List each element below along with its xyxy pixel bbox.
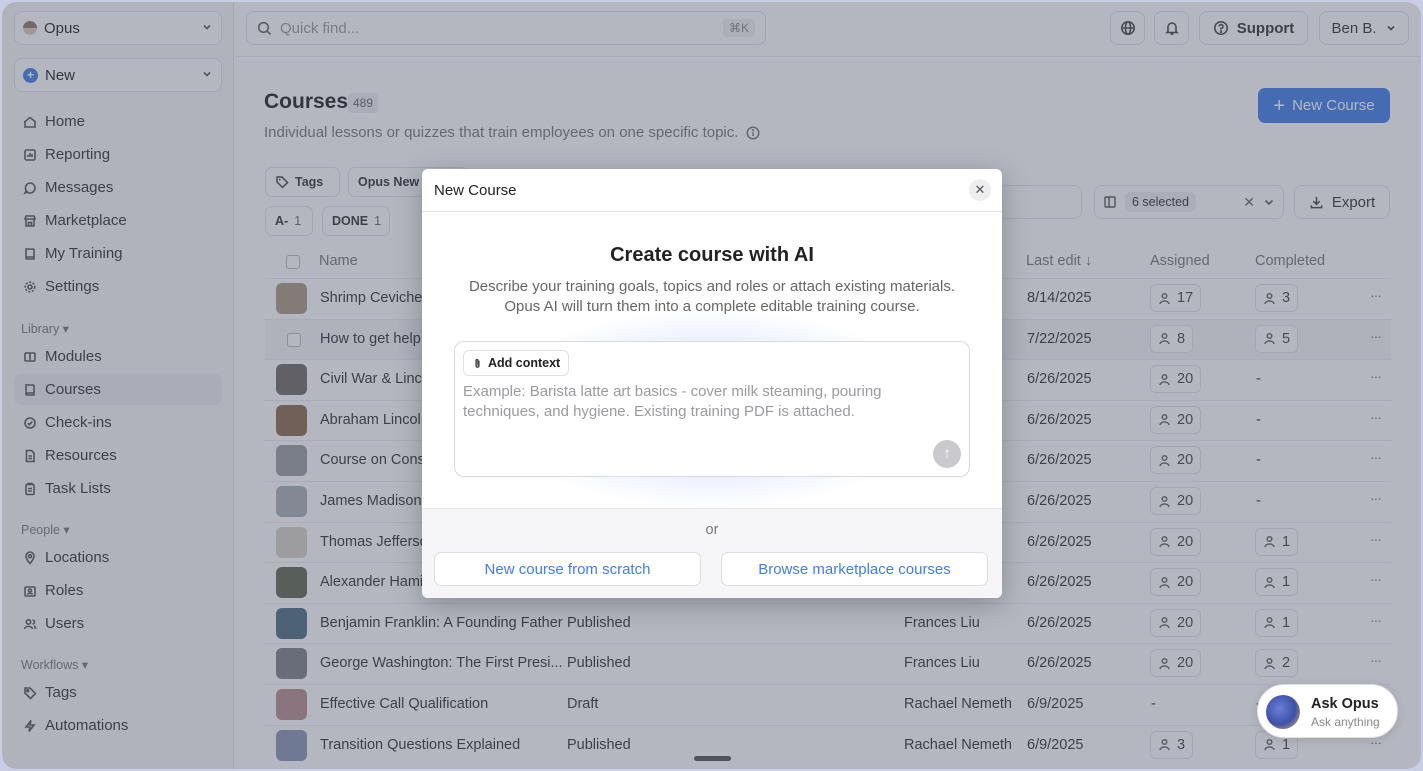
send-arrow-icon[interactable]: ↑ bbox=[933, 440, 961, 468]
paperclip-icon bbox=[475, 358, 480, 368]
new-course-from-scratch-button[interactable]: New course from scratch bbox=[434, 552, 701, 586]
ai-prompt-input[interactable] bbox=[463, 382, 958, 432]
close-icon[interactable]: ✕ bbox=[969, 179, 991, 201]
ai-description: Describe your training goals, topics and… bbox=[462, 277, 962, 317]
app-window: Opus + New Home Reporting Messages Marke… bbox=[2, 2, 1421, 769]
add-context-button[interactable]: Add context bbox=[463, 350, 570, 376]
or-divider: or bbox=[705, 522, 719, 538]
ai-heading: Create course with AI bbox=[610, 244, 814, 266]
new-course-modal: New Course ✕ Create course with AI Descr… bbox=[422, 169, 1002, 598]
ask-opus-title: Ask Opus bbox=[1311, 696, 1379, 712]
ai-description-line: Opus AI will turn them into a complete e… bbox=[504, 298, 920, 315]
ai-prompt-box: Add context ↑ bbox=[454, 341, 970, 477]
ai-orb-icon bbox=[1266, 695, 1300, 729]
modal-header: New Course ✕ bbox=[422, 169, 1002, 212]
ai-description-line: Describe your training goals, topics and… bbox=[468, 278, 956, 295]
ask-opus-button[interactable]: Ask Opus Ask anything bbox=[1257, 684, 1398, 738]
modal-title: New Course bbox=[434, 182, 517, 199]
modal-footer: or New course from scratch Browse market… bbox=[422, 508, 1002, 598]
add-context-label: Add context bbox=[488, 356, 561, 370]
browse-marketplace-button[interactable]: Browse marketplace courses bbox=[721, 552, 988, 586]
ask-opus-subtitle: Ask anything bbox=[1311, 715, 1380, 729]
